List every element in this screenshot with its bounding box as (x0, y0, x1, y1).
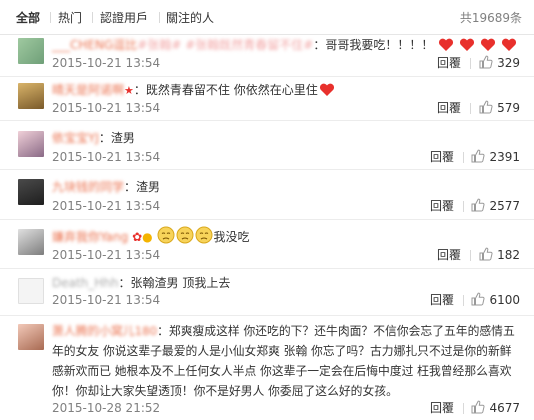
thumbs-up-icon (471, 149, 485, 163)
avatar[interactable] (18, 38, 44, 64)
action-divider (470, 103, 471, 114)
comment-text: ：张翰渣男 顶我上去 (118, 276, 231, 290)
like-button[interactable]: 2391 (471, 149, 520, 164)
thumbs-up-icon (471, 198, 485, 212)
heart-icon (319, 83, 335, 102)
comment-item: 萧人腾的小窝儿180：郑爽瘦成这样 你还吃的下？还牛肉面？不信你会忘了五年的感情… (0, 316, 534, 420)
avatar[interactable] (18, 229, 44, 255)
comment-timestamp: 2015-10-21 13:54 (52, 248, 161, 262)
comment-body: 萧人腾的小窝儿180：郑爽瘦成这样 你还吃的下？还牛肉面？不信你会忘了五年的感情… (52, 321, 522, 401)
comment-timestamp: 2015-10-21 13:54 (52, 56, 161, 70)
action-divider (470, 250, 471, 261)
comment-filter-tabs: 全部 热门 認證用戶 關注的人 共19689条 (0, 0, 534, 35)
avatar[interactable] (18, 131, 44, 157)
comment-body: 依宝宝YJ：渣男 (52, 129, 522, 147)
username-link[interactable]: 晴天是阿诺啊 (52, 83, 124, 97)
comment-timestamp: 2015-10-21 13:54 (52, 293, 161, 307)
tab-following[interactable]: 關注的人 (166, 10, 214, 26)
star-badge-icon: ★ (124, 84, 134, 97)
username-link[interactable]: 九块钱的同学 (52, 180, 124, 194)
comment-timestamp: 2015-10-28 21:52 (52, 401, 161, 415)
tab-hot[interactable]: 热门 (58, 10, 82, 26)
like-button[interactable]: 329 (479, 55, 520, 70)
like-count: 6100 (489, 293, 520, 307)
reply-button[interactable]: 回覆 (437, 101, 461, 115)
like-button[interactable]: 579 (479, 100, 520, 115)
comment-timestamp: 2015-10-21 13:54 (52, 199, 161, 213)
comment-text: 我没吃 (213, 230, 250, 244)
comment-item: 晴天是阿诺啊★：既然青春留不住 你依然在心里住 2015-10-21 13:54… (0, 77, 534, 121)
tab-divider (159, 12, 160, 23)
comment-body: Death_Hhh：张翰渣男 顶我上去 (52, 274, 522, 292)
comment-text: ：渣男 (124, 180, 161, 194)
tab-divider (92, 12, 93, 23)
username-link[interactable]: 嫌弃我你Yang (52, 230, 128, 244)
comment-body: 嫌弃我你Yang ✿● 我没吃 (52, 226, 522, 249)
reply-button[interactable]: 回覆 (430, 150, 454, 164)
username-link[interactable]: 依宝宝YJ (52, 131, 99, 145)
username-link[interactable]: Death_Hhh (52, 276, 119, 290)
heart-icon (459, 38, 475, 57)
like-count: 4677 (489, 401, 520, 415)
avatar[interactable] (18, 324, 44, 350)
like-button[interactable]: 2577 (471, 198, 520, 213)
hashtag-text[interactable]: #张翰# #张翰既然青春留不住# (137, 38, 313, 52)
comment-item: 九块钱的同学：渣男 2015-10-21 13:54 回覆 2577 (0, 170, 534, 220)
like-count: 579 (497, 101, 520, 115)
tab-all[interactable]: 全部 (16, 10, 40, 26)
total-comment-count: 共19689条 (459, 11, 522, 25)
comment-text: ：哥哥我要吃！！！！ (313, 38, 434, 52)
comment-text: ：渣男 (98, 131, 135, 145)
reply-button[interactable]: 回覆 (430, 401, 454, 415)
comment-item: 依宝宝YJ：渣男 2015-10-21 13:54 回覆 2391 (0, 121, 534, 170)
avatar[interactable] (18, 179, 44, 205)
thumbs-up-icon (471, 400, 485, 414)
thumbs-up-icon (479, 100, 493, 114)
tab-verified-users[interactable]: 認證用戶 (100, 10, 148, 26)
comment-body: 九块钱的同学：渣男 (52, 178, 522, 196)
like-count: 182 (497, 248, 520, 262)
username-link[interactable]: ___CHENG逗比 (52, 38, 137, 52)
action-divider (470, 58, 471, 69)
avatar[interactable] (18, 83, 44, 109)
sad-face-icon (195, 226, 213, 249)
action-divider (463, 403, 464, 414)
reply-button[interactable]: 回覆 (437, 248, 461, 262)
heart-icon (438, 38, 454, 57)
reply-button[interactable]: 回覆 (430, 199, 454, 213)
thumbs-up-icon (479, 247, 493, 261)
action-divider (463, 295, 464, 306)
username-link[interactable]: 萧人腾的小窝儿180 (52, 324, 157, 338)
badge-icons: ✿● (132, 230, 153, 244)
reply-button[interactable]: 回覆 (437, 56, 461, 70)
like-count: 2577 (489, 199, 520, 213)
like-count: 2391 (489, 150, 520, 164)
comment-item: ___CHENG逗比#张翰# #张翰既然青春留不住#：哥哥我要吃！！！！ 201… (0, 35, 534, 77)
thumbs-up-icon (471, 292, 485, 306)
avatar[interactable] (18, 278, 44, 304)
comment-body: 晴天是阿诺啊★：既然青春留不住 你依然在心里住 (52, 81, 522, 102)
like-button[interactable]: 6100 (471, 292, 520, 307)
comment-item: 嫌弃我你Yang ✿● 我没吃 2015-10-21 13:54 回覆 182 (0, 220, 534, 269)
reply-button[interactable]: 回覆 (430, 293, 454, 307)
comment-body: ___CHENG逗比#张翰# #张翰既然青春留不住#：哥哥我要吃！！！！ (52, 36, 522, 57)
action-divider (463, 201, 464, 212)
thumbs-up-icon (479, 55, 493, 69)
like-count: 329 (497, 56, 520, 70)
tab-divider (50, 12, 51, 23)
comment-timestamp: 2015-10-21 13:54 (52, 101, 161, 115)
like-button[interactable]: 4677 (471, 400, 520, 415)
sad-face-icon (176, 226, 194, 249)
comment-item: Death_Hhh：张翰渣男 顶我上去 2015-10-21 13:54 回覆 … (0, 269, 534, 316)
sad-face-icon (157, 226, 175, 249)
comment-text: ：既然青春留不住 你依然在心里住 (133, 83, 318, 97)
like-button[interactable]: 182 (479, 247, 520, 262)
comment-timestamp: 2015-10-21 13:54 (52, 150, 161, 164)
action-divider (463, 152, 464, 163)
